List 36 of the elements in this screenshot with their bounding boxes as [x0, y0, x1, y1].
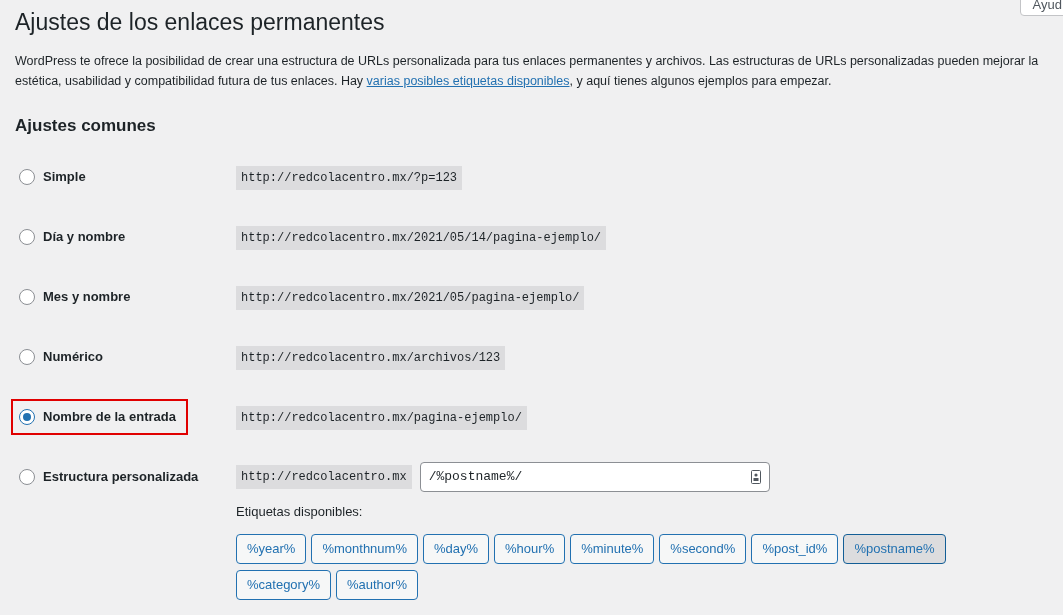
help-button[interactable]: Ayud — [1019, 0, 1063, 16]
example-url: http://redcolacentro.mx/?p=123 — [236, 165, 463, 190]
url-base: http://redcolacentro.mx — [236, 464, 412, 489]
tag-button[interactable]: %monthnum% — [311, 534, 418, 564]
radio-button[interactable] — [19, 228, 35, 245]
permalink-option[interactable]: Mes y nombre — [11, 278, 143, 315]
tag-button[interactable]: %minute% — [570, 534, 655, 564]
page-title: Ajustes de los enlaces permanentes — [15, 8, 385, 37]
example-url: http://redcolacentro.mx/2021/05/14/pagina-ejemplo/ — [236, 225, 607, 250]
structure-input[interactable]: /%postname%/ — [419, 461, 770, 492]
tag-button[interactable]: %second% — [659, 534, 747, 564]
example-url: http://redcolacentro.mx/pagina-ejemplo/ — [236, 405, 527, 430]
radio-button[interactable] — [19, 288, 35, 305]
tag-button[interactable]: %post_id% — [751, 534, 839, 564]
permalink-option[interactable]: Simple — [11, 158, 98, 195]
tag-button[interactable]: %hour% — [494, 534, 566, 564]
example-url: http://redcolacentro.mx/2021/05/pagina-ejemplo/ — [236, 285, 585, 310]
tag-button[interactable]: %day% — [422, 534, 490, 564]
tag-button[interactable]: %postname% — [843, 534, 946, 564]
permalink-option[interactable]: Día y nombre — [11, 218, 138, 255]
radio-button[interactable] — [19, 468, 35, 485]
tag-button[interactable]: %author% — [336, 570, 418, 600]
contact-card-icon — [750, 469, 761, 484]
tags-link[interactable]: varias posibles etiquetas disponibles — [366, 74, 570, 88]
permalink-option[interactable]: Nombre de la entrada — [11, 398, 188, 435]
tag-button[interactable]: %category% — [236, 570, 331, 600]
intro-text: WordPress te ofrece la posibilidad de crear una estructura de URLs personalizada para tus enlaces permanentes y archivos. Las estructuras de URLs personalizadas pueden mejorar la estética, usabilidad y compatibilidad futura de tus enlaces. Hay varias posibles etiquetas disponibles, y aquí tienes algunos ejemplos para empezar. — [15, 53, 1040, 90]
permalink-option[interactable]: Numérico — [11, 338, 115, 375]
radio-button[interactable] — [19, 168, 35, 185]
tag-button[interactable]: %year% — [236, 534, 307, 564]
radio-button[interactable] — [19, 348, 35, 365]
permalink-option[interactable]: Estructura personalizada — [11, 458, 211, 495]
example-url: http://redcolacentro.mx/archivos/123 — [236, 345, 506, 370]
section-title: Ajustes comunes — [15, 115, 156, 137]
radio-button[interactable] — [19, 408, 35, 425]
tags-label: Etiquetas disponibles: — [236, 502, 363, 521]
